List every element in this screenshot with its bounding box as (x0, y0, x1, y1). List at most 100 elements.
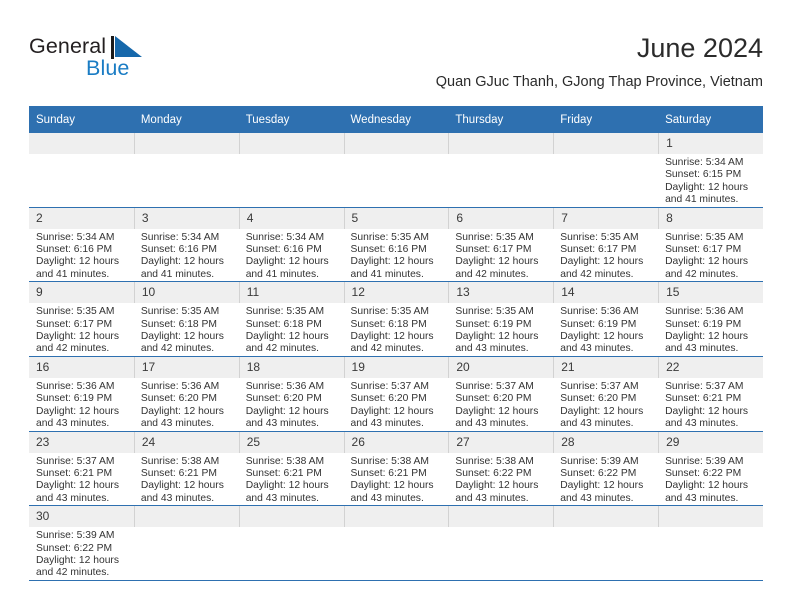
calendar-day-cell-empty (448, 133, 554, 208)
calendar-day-cell[interactable]: 13 Sunrise: 5:35 AM Sunset: 6:19 PM Dayligh… (448, 281, 554, 357)
day-detail: Sunrise: 5:38 AM Sunset: 6:21 PM Daylight:… (134, 453, 239, 506)
calendar-day-cell[interactable]: 21 Sunrise: 5:37 AM Sunset: 6:20 PM Dayligh… (553, 355, 659, 431)
day-number: 9 (29, 282, 134, 304)
calendar-day-cell[interactable]: 17 Sunrise: 5:36 AM Sunset: 6:20 PM Dayligh… (133, 355, 239, 431)
day-detail-sunset: Sunset: 6:19 PM (36, 393, 113, 405)
calendar-day-cell[interactable]: 8 Sunrise: 5:35 AM Sunset: 6:17 PM Daylight… (658, 206, 763, 282)
day-number (448, 506, 554, 528)
calendar-day-cell-empty (29, 133, 134, 208)
day-number (553, 506, 659, 528)
day-detail-sunrise: Sunrise: 5:37 AM (455, 380, 534, 392)
calendar-day-cell[interactable]: 15 Sunrise: 5:36 AM Sunset: 6:19 PM Dayligh… (658, 281, 763, 357)
calendar-day-cell[interactable]: 16 Sunrise: 5:36 AM Sunset: 6:19 PM Dayligh… (29, 355, 134, 431)
day-detail: Sunrise: 5:38 AM Sunset: 6:22 PM Daylight:… (448, 453, 553, 506)
calendar-day-cell[interactable]: 3 Sunrise: 5:34 AM Sunset: 6:16 PM Daylight… (133, 206, 239, 282)
day-number: 8 (658, 207, 763, 229)
weekday-header-wednesday: Wednesday (343, 106, 449, 133)
calendar-day-cell[interactable]: 2 Sunrise: 5:34 AM Sunset: 6:16 PM Daylight… (29, 206, 134, 282)
calendar-day-cell-empty (658, 505, 763, 580)
day-detail: Sunrise: 5:35 AM Sunset: 6:17 PM Daylight:… (553, 229, 658, 282)
day-detail-sunset: Sunset: 6:21 PM (245, 467, 322, 479)
day-detail-sunset: Sunset: 6:20 PM (560, 393, 637, 405)
calendar-day-cell[interactable]: 7 Sunrise: 5:35 AM Sunset: 6:17 PM Daylight… (553, 206, 659, 282)
day-detail-daylight1: Daylight: 12 hours (560, 256, 644, 268)
calendar-day-cell[interactable]: 22 Sunrise: 5:37 AM Sunset: 6:21 PM Dayligh… (658, 355, 763, 431)
general-blue-logo[interactable]: General Blue (29, 34, 249, 90)
calendar-day-cell[interactable]: 19 Sunrise: 5:37 AM Sunset: 6:20 PM Dayligh… (343, 355, 449, 431)
calendar-day-cell[interactable]: 11 Sunrise: 5:35 AM Sunset: 6:18 PM Dayligh… (238, 281, 344, 357)
day-number: 22 (658, 356, 763, 378)
day-detail: Sunrise: 5:36 AM Sunset: 6:19 PM Daylight:… (553, 303, 658, 356)
day-number: 7 (553, 207, 659, 229)
day-detail-daylight2: and 43 minutes. (560, 418, 634, 430)
day-detail-daylight1: Daylight: 12 hours (245, 480, 329, 492)
day-detail-sunset: Sunset: 6:19 PM (560, 318, 637, 330)
calendar-day-cell[interactable]: 20 Sunrise: 5:37 AM Sunset: 6:20 PM Dayligh… (448, 355, 554, 431)
calendar-day-cell[interactable]: 28 Sunrise: 5:39 AM Sunset: 6:22 PM Dayligh… (553, 430, 659, 506)
calendar-day-cell[interactable]: 12 Sunrise: 5:35 AM Sunset: 6:18 PM Dayligh… (343, 281, 449, 357)
day-detail-sunrise: Sunrise: 5:38 AM (245, 455, 325, 467)
day-detail-daylight2: and 42 minutes. (560, 268, 634, 280)
day-detail-daylight2: and 43 minutes. (665, 492, 739, 504)
day-detail-sunset: Sunset: 6:20 PM (245, 393, 322, 405)
day-detail-sunset: Sunset: 6:22 PM (455, 467, 532, 479)
day-detail-sunrise: Sunrise: 5:39 AM (36, 530, 115, 542)
calendar-day-cell[interactable]: 24 Sunrise: 5:38 AM Sunset: 6:21 PM Dayligh… (133, 430, 239, 506)
calendar-day-cell[interactable]: 26 Sunrise: 5:38 AM Sunset: 6:21 PM Dayligh… (343, 430, 449, 506)
calendar-day-cell[interactable]: 18 Sunrise: 5:36 AM Sunset: 6:20 PM Dayligh… (238, 355, 344, 431)
title-block: June 2024 Quan GJuc Thanh, GJong Thap Pr… (436, 31, 763, 93)
calendar-day-cell[interactable]: 25 Sunrise: 5:38 AM Sunset: 6:21 PM Dayligh… (238, 430, 344, 506)
day-detail-sunset: Sunset: 6:17 PM (455, 244, 532, 256)
day-number: 12 (343, 282, 449, 304)
day-detail: Sunrise: 5:39 AM Sunset: 6:22 PM Daylight:… (553, 453, 658, 506)
calendar-day-cell[interactable]: 5 Sunrise: 5:35 AM Sunset: 6:16 PM Daylight… (343, 206, 449, 282)
calendar-day-cell[interactable]: 27 Sunrise: 5:38 AM Sunset: 6:22 PM Dayligh… (448, 430, 554, 506)
day-number: 4 (238, 207, 344, 229)
calendar-day-cell[interactable]: 9 Sunrise: 5:35 AM Sunset: 6:17 PM Daylight… (29, 281, 134, 357)
day-detail-daylight2: and 43 minutes. (140, 418, 215, 430)
day-detail: Sunrise: 5:35 AM Sunset: 6:18 PM Daylight:… (134, 303, 239, 356)
calendar-day-cell[interactable]: 10 Sunrise: 5:35 AM Sunset: 6:18 PM Dayligh… (133, 281, 239, 357)
day-detail-daylight2: and 42 minutes. (455, 268, 529, 280)
day-detail-sunrise: Sunrise: 5:34 AM (140, 231, 220, 243)
day-detail-daylight2: and 42 minutes. (350, 343, 424, 355)
day-detail: Sunrise: 5:36 AM Sunset: 6:19 PM Daylight:… (658, 303, 763, 356)
calendar-day-cell[interactable]: 4 Sunrise: 5:34 AM Sunset: 6:16 PM Daylight… (238, 206, 344, 282)
calendar-day-cell[interactable]: 30 Sunrise: 5:39 AM Sunset: 6:22 PM Dayligh… (29, 505, 134, 580)
calendar-day-cell[interactable]: 23 Sunrise: 5:37 AM Sunset: 6:21 PM Dayligh… (29, 430, 134, 506)
day-detail-sunset: Sunset: 6:16 PM (36, 244, 113, 256)
calendar-bottom-rule (29, 580, 763, 582)
day-detail: Sunrise: 5:37 AM Sunset: 6:21 PM Daylight:… (658, 378, 763, 431)
day-number: 13 (448, 282, 554, 304)
day-detail-sunrise: Sunrise: 5:36 AM (36, 380, 115, 392)
calendar-week-row: 30 Sunrise: 5:39 AM Sunset: 6:22 PM Dayligh… (29, 505, 763, 580)
day-detail-sunrise: Sunrise: 5:35 AM (350, 306, 429, 318)
day-detail-daylight1: Daylight: 12 hours (560, 331, 644, 343)
calendar-day-cell[interactable]: 14 Sunrise: 5:36 AM Sunset: 6:19 PM Dayligh… (553, 281, 659, 357)
day-number (658, 506, 763, 528)
day-detail-daylight1: Daylight: 12 hours (665, 331, 749, 343)
calendar-day-cell-empty (448, 505, 554, 580)
page-subtitle: Quan GJuc Thanh, GJong Thap Province, Vi… (435, 74, 763, 90)
day-detail: Sunrise: 5:35 AM Sunset: 6:16 PM Daylight:… (344, 229, 449, 282)
day-detail-daylight1: Daylight: 12 hours (350, 480, 434, 492)
day-detail-sunrise: Sunrise: 5:37 AM (36, 455, 115, 467)
weekday-header-friday: Friday (553, 106, 659, 133)
day-detail-sunset: Sunset: 6:22 PM (560, 467, 637, 479)
day-detail-daylight1: Daylight: 12 hours (455, 480, 539, 492)
day-detail-daylight1: Daylight: 12 hours (560, 405, 644, 417)
calendar-day-cell[interactable]: 1 Sunrise: 5:34 AM Sunset: 6:15 PM Daylight… (658, 133, 763, 208)
weekday-header-monday: Monday (133, 106, 239, 133)
day-number (343, 133, 449, 154)
day-detail-daylight2: and 41 minutes. (245, 268, 319, 280)
day-detail-sunrise: Sunrise: 5:35 AM (245, 306, 325, 318)
day-detail: Sunrise: 5:38 AM Sunset: 6:21 PM Daylight:… (344, 453, 449, 506)
day-detail-daylight2: and 42 minutes. (140, 343, 215, 355)
calendar-day-cell[interactable]: 29 Sunrise: 5:39 AM Sunset: 6:22 PM Dayligh… (658, 430, 763, 506)
day-detail-sunset: Sunset: 6:16 PM (245, 244, 322, 256)
day-detail: Sunrise: 5:35 AM Sunset: 6:19 PM Daylight:… (448, 303, 553, 356)
day-detail-sunrise: Sunrise: 5:34 AM (665, 157, 744, 168)
day-detail-daylight2: and 41 minutes. (140, 268, 215, 280)
day-detail-daylight2: and 43 minutes. (36, 492, 110, 504)
calendar-day-cell[interactable]: 6 Sunrise: 5:35 AM Sunset: 6:17 PM Daylight… (448, 206, 554, 282)
